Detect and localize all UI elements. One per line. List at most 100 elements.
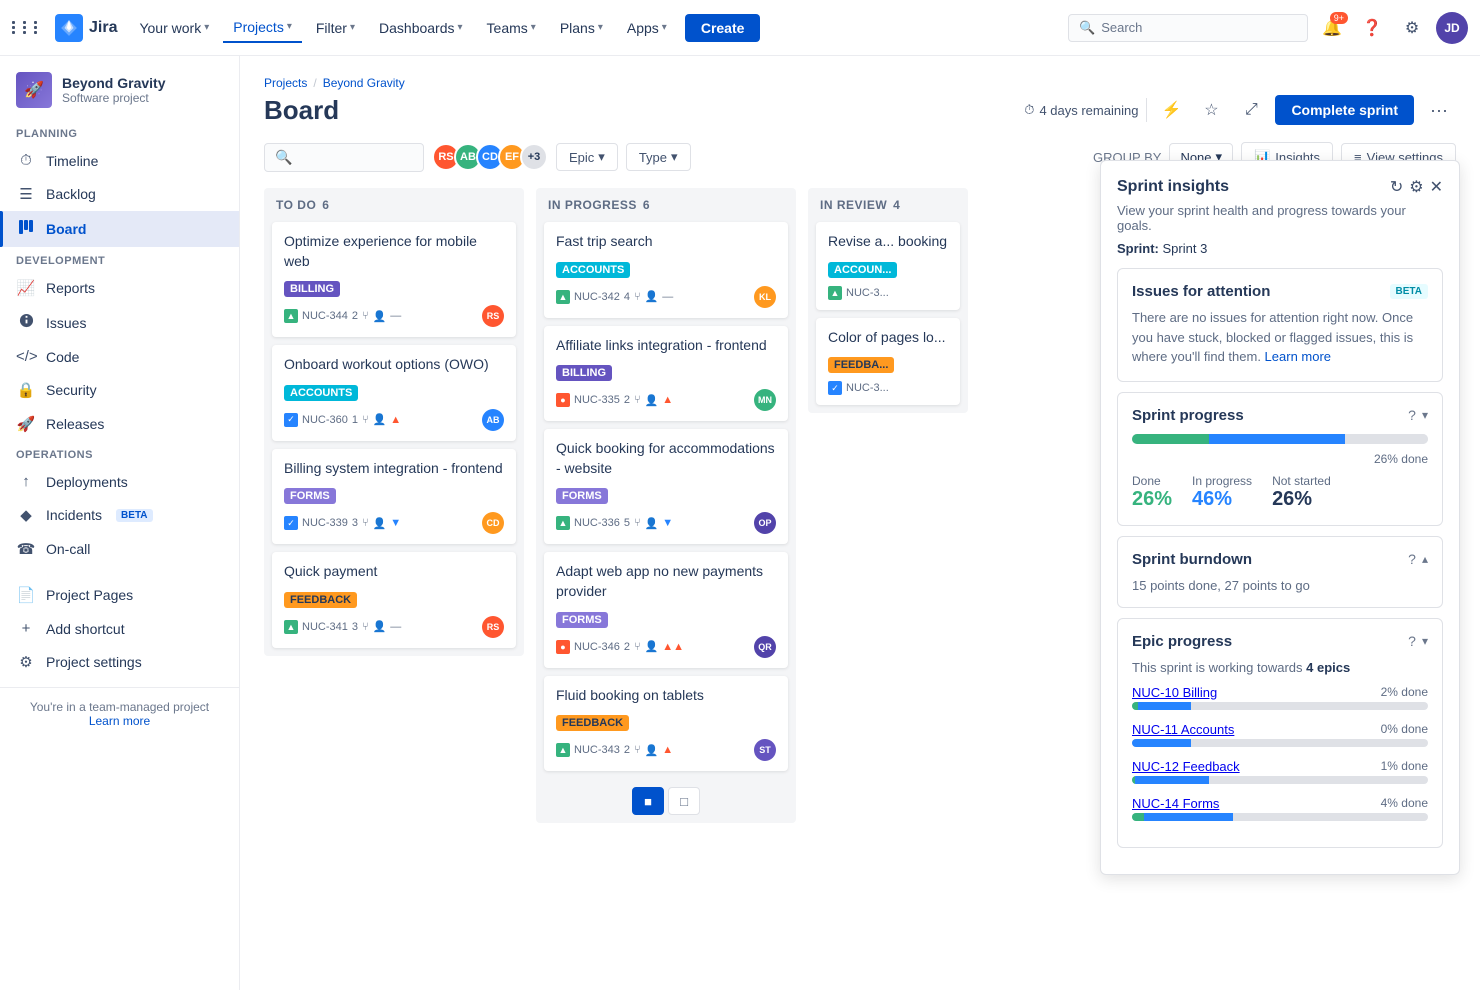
learn-more-link[interactable]: Learn more	[89, 714, 150, 728]
priority-low-icon: ▼	[390, 517, 401, 529]
star-button[interactable]: ☆	[1195, 94, 1227, 126]
nav-apps[interactable]: Apps ▾	[617, 14, 677, 42]
story-icon: ▲	[556, 743, 570, 757]
gear-icon[interactable]: ⚙	[1409, 177, 1423, 197]
col-title-todo: TO DO	[276, 198, 316, 212]
chevron-icon: ▾	[287, 21, 292, 32]
card-nuc-336[interactable]: Quick booking for accommodations - websi…	[544, 429, 788, 544]
sidebar-item-releases[interactable]: 🚀 Releases	[0, 407, 239, 441]
sidebar-item-incidents[interactable]: ◆ Incidents BETA	[0, 498, 239, 532]
breadcrumb-beyond-gravity[interactable]: Beyond Gravity	[323, 76, 405, 90]
sidebar-item-code[interactable]: </> Code	[0, 340, 239, 373]
divider	[1146, 98, 1147, 122]
complete-sprint-button[interactable]: Complete sprint	[1275, 95, 1414, 125]
epic-link-3[interactable]: NUC-12 Feedback	[1132, 759, 1240, 774]
card-nuc-346[interactable]: Adapt web app no new payments provider F…	[544, 552, 788, 667]
assignee-avatar: AB	[482, 409, 504, 431]
card-nuc-335[interactable]: Affiliate links integration - frontend B…	[544, 326, 788, 422]
assignee-avatar: RS	[482, 305, 504, 327]
panel-header: Sprint insights ↻ ⚙ ✕	[1117, 177, 1443, 197]
settings-button[interactable]: ⚙	[1396, 12, 1428, 44]
card-inreview-2[interactable]: Color of pages lo... FEEDBA... ✓ NUC-3..…	[816, 318, 960, 406]
collapse-icon[interactable]: ▾	[1422, 634, 1428, 648]
issues-header: Issues for attention BETA	[1132, 283, 1428, 300]
card-meta: ▲ NUC-343 2 ⑂ 👤 ▲ ST	[556, 739, 776, 761]
sidebar-item-project-pages[interactable]: 📄 Project Pages	[0, 578, 239, 612]
epic-link-4[interactable]: NUC-14 Forms	[1132, 796, 1219, 811]
avatar-extra[interactable]: +3	[520, 143, 548, 171]
help-icon[interactable]: ?	[1408, 407, 1416, 423]
card-nuc-341[interactable]: Quick payment FEEDBACK ▲ NUC-341 3 ⑂ 👤 —…	[272, 552, 516, 648]
card-nuc-344[interactable]: Optimize experience for mobile web BILLI…	[272, 222, 516, 337]
priority-icon: —	[390, 621, 401, 633]
close-icon[interactable]: ✕	[1430, 177, 1443, 197]
sidebar-item-project-settings[interactable]: ⚙ Project settings	[0, 645, 239, 679]
more-options-button[interactable]: ···	[1422, 96, 1456, 125]
board-icon	[16, 219, 36, 239]
search-icon: 🔍	[1079, 20, 1095, 36]
help-button[interactable]: ❓	[1356, 12, 1388, 44]
epic-row-3: NUC-12 Feedback 1% done	[1132, 759, 1428, 784]
notifications-button[interactable]: 🔔 9+	[1316, 12, 1348, 44]
create-button[interactable]: Create	[685, 14, 761, 42]
fullscreen-button[interactable]: ⤢	[1235, 94, 1267, 126]
nav-plans[interactable]: Plans ▾	[550, 14, 613, 42]
panel-desc: View your sprint health and progress tow…	[1117, 203, 1443, 233]
person-icon: 👤	[645, 640, 659, 653]
clock-icon: ⏱	[1024, 102, 1034, 118]
assignee-avatar: OP	[754, 512, 776, 534]
nav-projects[interactable]: Projects ▾	[223, 13, 302, 43]
card-meta: ▲ NUC-336 5 ⑂ 👤 ▼ OP	[556, 512, 776, 534]
type-filter[interactable]: Type ▾	[626, 143, 691, 171]
learn-more-link[interactable]: Learn more	[1265, 349, 1331, 364]
user-avatar[interactable]: JD	[1436, 12, 1468, 44]
sidebar-item-add-shortcut[interactable]: + Add shortcut	[0, 612, 239, 645]
nav-teams[interactable]: Teams ▾	[477, 14, 546, 42]
col-cards-todo: Optimize experience for mobile web BILLI…	[264, 218, 524, 656]
nav-filter[interactable]: Filter ▾	[306, 14, 365, 42]
card-nuc-342[interactable]: Fast trip search ACCOUNTS ▲ NUC-342 4 ⑂ …	[544, 222, 788, 318]
subtask-icon: ⑂	[362, 621, 369, 633]
card-meta: ✓ NUC-339 3 ⑂ 👤 ▼ CD	[284, 512, 504, 534]
sidebar-item-reports[interactable]: 📈 Reports	[0, 271, 239, 305]
sidebar-item-security[interactable]: 🔒 Security	[0, 373, 239, 407]
help-icon[interactable]: ?	[1408, 551, 1416, 567]
board-search-input[interactable]: 🔍	[264, 143, 424, 172]
burndown-header: Sprint burndown ? ▴	[1132, 551, 1428, 568]
epic-filter[interactable]: Epic ▾	[556, 143, 618, 171]
card-nuc-360[interactable]: Onboard workout options (OWO) ACCOUNTS ✓…	[272, 345, 516, 441]
page-btn-2[interactable]: □	[668, 787, 700, 815]
sidebar: 🚀 Beyond Gravity Software project PLANNI…	[0, 56, 240, 990]
refresh-icon[interactable]: ↻	[1390, 177, 1403, 197]
logo[interactable]: Jira	[55, 14, 117, 42]
card-nuc-343[interactable]: Fluid booking on tablets FEEDBACK ▲ NUC-…	[544, 676, 788, 772]
sidebar-item-oncall[interactable]: ☎ On-call	[0, 532, 239, 566]
sidebar-item-board[interactable]: Board	[0, 211, 239, 247]
app-switcher-icon[interactable]	[12, 21, 43, 34]
search-box[interactable]: 🔍 Search	[1068, 14, 1308, 42]
project-icon: 🚀	[16, 72, 52, 108]
priority-high-icon: ▲	[662, 394, 673, 406]
chevron-down-icon: ▾	[671, 149, 678, 165]
page-btn-1[interactable]: ■	[632, 787, 664, 815]
nav-your-work[interactable]: Your work ▾	[129, 14, 219, 42]
sidebar-item-issues[interactable]: Issues	[0, 305, 239, 340]
lightning-button[interactable]: ⚡	[1155, 94, 1187, 126]
epic-link-1[interactable]: NUC-10 Billing	[1132, 685, 1217, 700]
sidebar-item-timeline[interactable]: ⏱ Timeline	[0, 144, 239, 177]
expand-icon[interactable]: ▴	[1422, 552, 1428, 566]
epic-link-2[interactable]: NUC-11 Accounts	[1132, 722, 1234, 737]
sidebar-item-deployments[interactable]: ↑ Deployments	[0, 465, 239, 498]
card-nuc-339[interactable]: Billing system integration - frontend FO…	[272, 449, 516, 545]
sidebar-item-backlog[interactable]: ☰ Backlog	[0, 177, 239, 211]
nav-dashboards[interactable]: Dashboards ▾	[369, 14, 473, 42]
stat-done: Done 26%	[1132, 474, 1172, 511]
oncall-icon: ☎	[16, 540, 36, 558]
help-icon[interactable]: ?	[1408, 633, 1416, 649]
task-icon: ✓	[828, 381, 842, 395]
collapse-icon[interactable]: ▾	[1422, 408, 1428, 422]
page-title: Board	[264, 95, 339, 126]
card-inreview-1[interactable]: Revise a... booking ACCOUN... ▲ NUC-3...	[816, 222, 960, 310]
breadcrumb-projects[interactable]: Projects	[264, 76, 307, 90]
col-title-inprogress: IN PROGRESS	[548, 198, 637, 212]
